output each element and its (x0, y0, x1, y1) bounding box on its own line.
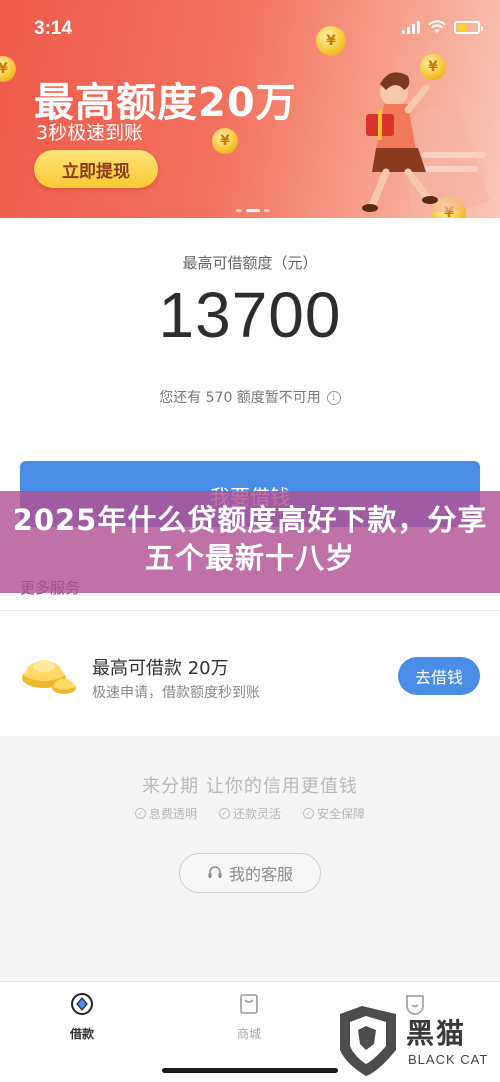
tab-shop[interactable]: 商城 (204, 992, 294, 1042)
headline-overlay-text: 2025年什么贷额度高好下款，分享五个最新十八岁 (12, 503, 488, 575)
watermark-brand-cn: 黑猫 (406, 1017, 467, 1050)
coin-icon: ¥ (212, 128, 238, 154)
wifi-icon (428, 20, 446, 33)
banner-subtitle: 3秒极速到账 (36, 122, 144, 144)
shop-icon (240, 994, 258, 1014)
tab-label: 商城 (236, 1027, 261, 1041)
coin-icon: ¥ (0, 56, 16, 82)
carousel-indicator (236, 209, 270, 212)
feature-item: ✓ 安全保障 (303, 805, 365, 822)
watermark-brand-en: BLACK CAT (408, 1052, 489, 1067)
headset-icon (208, 866, 222, 878)
woman-with-gift-illustration (362, 72, 490, 213)
feature-item: ✓ 还款灵活 (218, 805, 281, 822)
info-icon[interactable]: i (326, 391, 341, 405)
promo-banner[interactable]: 3:14 最高额度20万 3秒极速到账 立即提现 ¥ ¥ ¥ ¥ ¥ (0, 0, 500, 218)
customer-service-button[interactable]: 我的客服 (179, 853, 321, 893)
status-time: 3:14 (34, 18, 73, 39)
check-icon: ✓ (303, 808, 314, 819)
divider (0, 610, 500, 611)
withdraw-now-button[interactable]: 立即提现 (34, 150, 158, 188)
gold-ingot-icon (22, 660, 76, 694)
service-description: 极速申请，借款额度秒到账 (92, 685, 260, 701)
customer-service-label: 我的客服 (228, 865, 293, 884)
tab-label: 借款 (69, 1027, 94, 1041)
go-borrow-button[interactable]: 去借钱 (398, 657, 480, 695)
signal-icon (402, 20, 420, 34)
credit-limit-amount: 13700 (158, 279, 342, 351)
battery-icon (454, 20, 483, 34)
unavailable-credit-note: 您还有 570 额度暂不可用 i (0, 387, 500, 407)
loan-icon (71, 993, 93, 1015)
check-icon: ✓ (134, 808, 146, 819)
credit-limit-label: 最高可借额度（元） (182, 254, 318, 272)
tab-loan[interactable]: 借款 (37, 992, 127, 1042)
check-icon: ✓ (218, 808, 230, 819)
service-title: 最高可借款 20万 (92, 658, 229, 679)
feature-list: ✓ 息费透明 ✓ 还款灵活 ✓ 安全保障 (0, 805, 500, 822)
status-icons (402, 20, 483, 34)
feature-item: ✓ 息费透明 (134, 805, 197, 822)
footer-slogan: 来分期 让你的信用更值钱 (142, 776, 358, 797)
unavailable-credit-text: 您还有 570 额度暂不可用 (159, 390, 321, 406)
service-item-loan[interactable]: 最高可借款 20万 极速申请，借款额度秒到账 去借钱 (0, 612, 500, 734)
home-indicator[interactable] (162, 1068, 338, 1073)
